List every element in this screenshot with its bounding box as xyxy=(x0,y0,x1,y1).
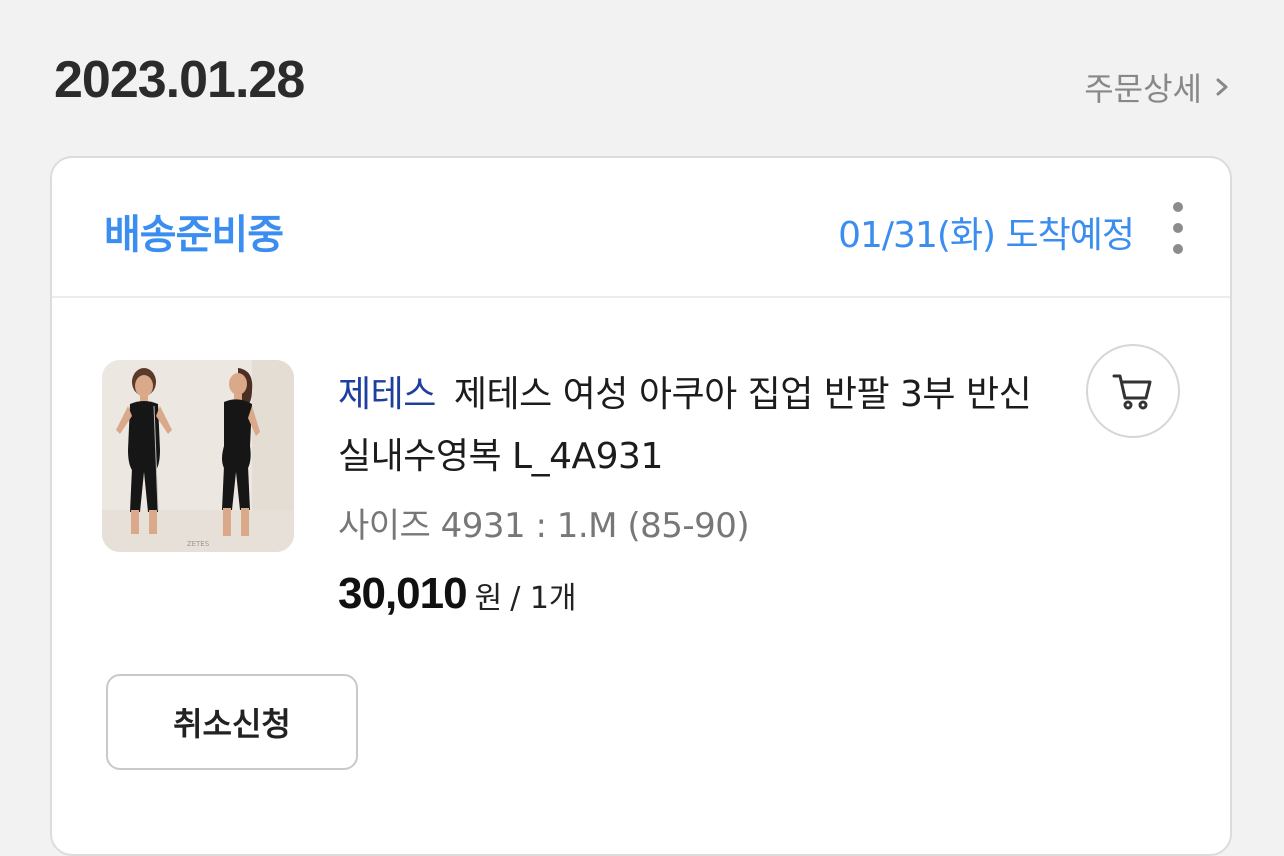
order-detail-label: 주문상세 xyxy=(1084,70,1202,108)
more-dot xyxy=(1173,223,1183,233)
card-status-row: 배송준비중 01/31(화) 도착예정 xyxy=(52,158,1230,298)
more-vertical-icon[interactable] xyxy=(1166,202,1190,254)
brand-name: 제테스 xyxy=(338,374,436,415)
more-dot xyxy=(1173,202,1183,212)
swimsuit-models-image: ZETES xyxy=(102,360,294,552)
order-date: 2023.01.28 xyxy=(54,51,305,109)
order-detail-link[interactable]: 주문상세 xyxy=(1084,64,1234,110)
more-dot xyxy=(1173,244,1183,254)
arrival-estimate: 01/31(화) 도착예정 xyxy=(838,215,1135,256)
add-to-cart-button[interactable] xyxy=(1086,344,1180,438)
product-option: 사이즈 4931 : 1.M (85-90) xyxy=(338,506,750,546)
delivery-status: 배송준비중 xyxy=(104,212,284,258)
product-name: 제테스 제테스 여성 아쿠아 집업 반팔 3부 반신 실내수영복 L_4A931 xyxy=(338,364,1058,488)
cancel-request-button[interactable]: 취소신청 xyxy=(106,674,358,770)
chevron-right-icon xyxy=(1216,78,1228,96)
cart-icon xyxy=(1112,374,1152,410)
price-quantity: / 1개 xyxy=(510,581,577,616)
thumbnail-watermark: ZETES xyxy=(187,540,210,548)
price-value: 30,010 xyxy=(338,569,468,618)
product-title: 제테스 여성 아쿠아 집업 반팔 3부 반신 실내수영복 L_4A931 xyxy=(338,374,1032,477)
product-thumbnail[interactable]: ZETES xyxy=(102,360,294,552)
price-row: 30,010 원 / 1개 xyxy=(338,569,1058,619)
order-card: 배송준비중 01/31(화) 도착예정 ZETES 제테스 제테스 여성 아쿠아… xyxy=(50,156,1232,856)
order-header: 2023.01.28 주문상세 xyxy=(54,40,1234,120)
price-unit: 원 xyxy=(474,581,503,616)
product-info[interactable]: 제테스 제테스 여성 아쿠아 집업 반팔 3부 반신 실내수영복 L_4A931 … xyxy=(338,364,1058,619)
